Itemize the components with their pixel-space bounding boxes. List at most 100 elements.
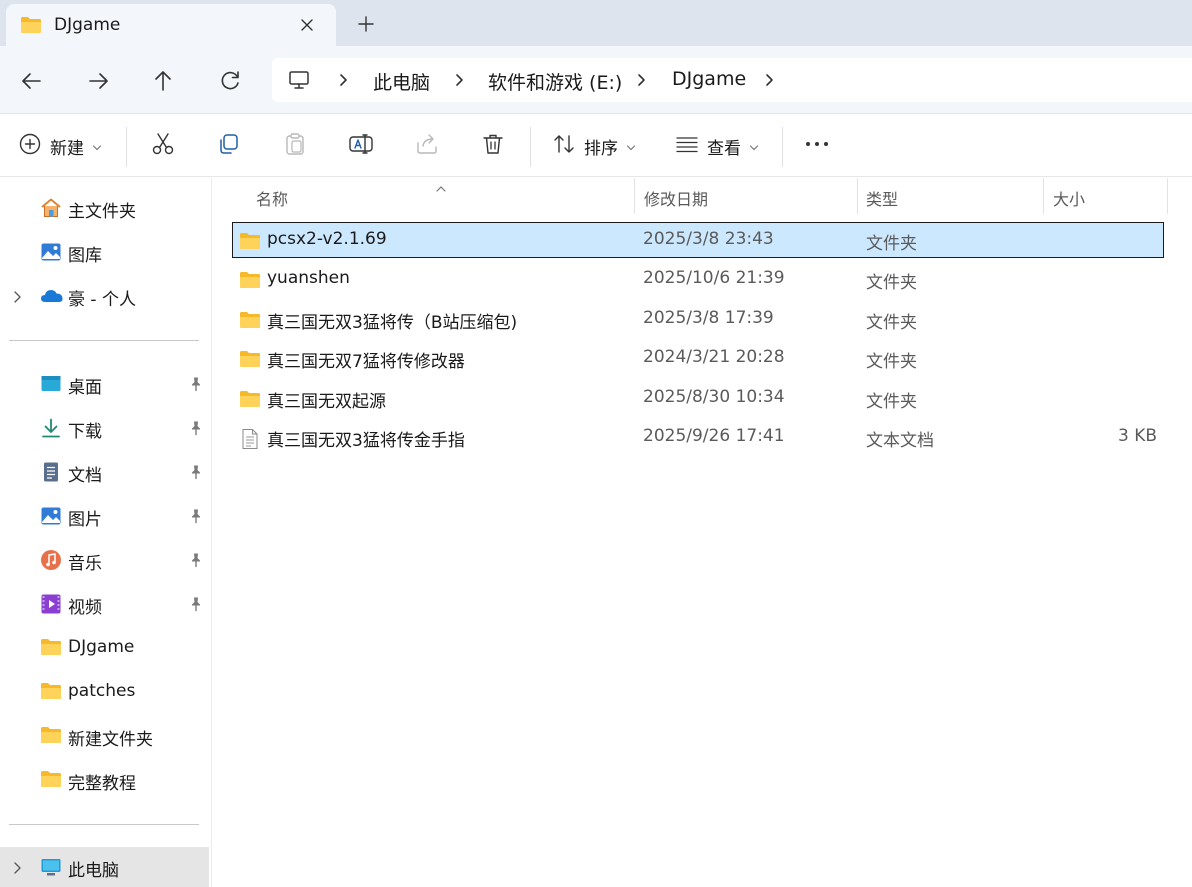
clipboard-icon bbox=[282, 131, 308, 161]
pin-icon[interactable] bbox=[189, 596, 203, 616]
sidebar-item-gallery[interactable]: 图库 bbox=[0, 232, 212, 272]
column-header-modified[interactable]: 修改日期 bbox=[644, 186, 708, 210]
pin-icon[interactable] bbox=[189, 552, 203, 572]
sidebar-item-onedrive[interactable]: 豪 - 个人 bbox=[0, 276, 212, 316]
chevron-right-icon[interactable] bbox=[12, 860, 22, 879]
cut-button[interactable] bbox=[150, 131, 176, 161]
sidebar-item-new-folder[interactable]: 新建文件夹 bbox=[0, 716, 212, 756]
chevron-right-icon[interactable] bbox=[762, 72, 776, 88]
pin-icon[interactable] bbox=[189, 420, 203, 440]
chevron-right-icon[interactable] bbox=[634, 72, 648, 88]
file-type: 文件夹 bbox=[866, 392, 917, 412]
sidebar-item-tutorial[interactable]: 完整教程 bbox=[0, 760, 212, 800]
pin-icon[interactable] bbox=[189, 376, 203, 396]
rename-button[interactable] bbox=[348, 131, 374, 161]
delete-button[interactable] bbox=[480, 131, 506, 161]
file-name: 真三国无双起源 bbox=[267, 392, 386, 412]
column-divider[interactable] bbox=[1043, 178, 1044, 214]
view-button[interactable]: 查看 bbox=[675, 131, 759, 161]
refresh-icon[interactable] bbox=[213, 64, 247, 98]
sidebar-item-this-pc[interactable]: 此电脑 bbox=[0, 847, 209, 887]
sidebar-item-djgame[interactable]: DJgame bbox=[0, 628, 212, 668]
sidebar-item-pictures[interactable]: 图片 bbox=[0, 496, 212, 536]
file-row-pcsx2[interactable]: pcsx2-v2.1.69 2025/3/8 23:43 文件夹 bbox=[232, 222, 1164, 258]
column-header-size[interactable]: 大小 bbox=[1053, 186, 1085, 210]
home-icon bbox=[40, 197, 62, 219]
toolbar-divider bbox=[782, 127, 783, 167]
file-name: yuanshen bbox=[267, 268, 350, 288]
desktop-icon bbox=[40, 373, 62, 395]
forward-arrow-icon[interactable] bbox=[81, 64, 115, 98]
folder-icon bbox=[40, 725, 62, 747]
chevron-right-icon[interactable] bbox=[12, 289, 22, 308]
column-divider[interactable] bbox=[634, 178, 635, 214]
sidebar-item-label: 音乐 bbox=[68, 554, 102, 574]
scissors-icon bbox=[150, 131, 176, 161]
sidebar-item-label: 桌面 bbox=[68, 378, 102, 398]
tab-strip: DJgame bbox=[0, 0, 1192, 46]
address-bar[interactable]: 此电脑 软件和游戏 (E:) DJgame bbox=[272, 58, 1192, 102]
breadcrumb-drive-e[interactable]: 软件和游戏 (E:) bbox=[488, 68, 622, 95]
tab-title: DJgame bbox=[54, 15, 121, 35]
folder-icon bbox=[40, 769, 62, 791]
pin-icon[interactable] bbox=[189, 464, 203, 484]
tab-djgame[interactable]: DJgame bbox=[6, 4, 336, 46]
sidebar-item-patches[interactable]: patches bbox=[0, 672, 212, 712]
column-header-type[interactable]: 类型 bbox=[866, 186, 898, 210]
file-modified: 2025/9/26 17:41 bbox=[643, 426, 785, 446]
breadcrumb-djgame[interactable]: DJgame bbox=[672, 68, 746, 90]
view-button-label: 查看 bbox=[707, 138, 741, 159]
sidebar-item-music[interactable]: 音乐 bbox=[0, 540, 212, 580]
chevron-right-icon[interactable] bbox=[336, 72, 350, 88]
share-icon bbox=[414, 131, 440, 161]
more-options-button[interactable] bbox=[804, 131, 830, 161]
pin-icon[interactable] bbox=[189, 508, 203, 528]
file-row-dw3-cheats[interactable]: 真三国无双3猛将传金手指 2025/9/26 17:41 文本文档 3 KB bbox=[233, 420, 1163, 454]
file-modified: 2025/10/6 21:39 bbox=[643, 268, 785, 288]
download-icon bbox=[40, 417, 62, 439]
file-row-dw3-compressed[interactable]: 真三国无双3猛将传（B站压缩包) 2025/3/8 17:39 文件夹 bbox=[233, 302, 1163, 336]
file-name: 真三国无双3猛将传（B站压缩包) bbox=[267, 313, 518, 333]
folder-icon bbox=[40, 681, 62, 703]
file-row-yuanshen[interactable]: yuanshen 2025/10/6 21:39 文件夹 bbox=[233, 262, 1163, 296]
back-arrow-icon[interactable] bbox=[15, 64, 49, 98]
column-divider[interactable] bbox=[1167, 178, 1168, 214]
column-divider[interactable] bbox=[857, 178, 858, 214]
onedrive-icon bbox=[40, 285, 63, 307]
chevron-right-icon[interactable] bbox=[452, 72, 466, 88]
file-modified: 2024/3/21 20:28 bbox=[643, 347, 785, 367]
folder-icon bbox=[239, 270, 261, 294]
sort-button-label: 排序 bbox=[584, 138, 618, 159]
sidebar-item-desktop[interactable]: 桌面 bbox=[0, 364, 212, 404]
column-header-name[interactable]: 名称 bbox=[256, 186, 288, 210]
share-button[interactable] bbox=[414, 131, 440, 161]
up-arrow-icon[interactable] bbox=[146, 64, 180, 98]
sidebar-item-downloads[interactable]: 下载 bbox=[0, 408, 212, 448]
pictures-icon bbox=[40, 505, 62, 527]
sort-button[interactable]: 排序 bbox=[552, 131, 636, 161]
sidebar-divider bbox=[9, 340, 199, 341]
new-tab-icon[interactable] bbox=[352, 10, 380, 38]
file-type: 文本文档 bbox=[866, 431, 934, 451]
paste-button[interactable] bbox=[282, 131, 308, 161]
sidebar-item-documents[interactable]: 文档 bbox=[0, 452, 212, 492]
breadcrumb-this-pc[interactable]: 此电脑 bbox=[373, 68, 430, 95]
sidebar-item-home[interactable]: 主文件夹 bbox=[0, 188, 212, 228]
file-name: 真三国无双3猛将传金手指 bbox=[267, 431, 465, 451]
navigation-pane: 主文件夹 图库 豪 - 个人 桌面 下载 文档 图片 音乐 视频 DJgame … bbox=[0, 178, 212, 887]
sidebar-divider bbox=[9, 824, 199, 825]
computer-icon bbox=[40, 856, 62, 878]
close-icon[interactable] bbox=[294, 12, 320, 38]
file-name: 真三国无双7猛将传修改器 bbox=[267, 352, 465, 372]
trash-icon bbox=[480, 131, 506, 161]
toolbar-divider bbox=[126, 127, 127, 167]
chevron-down-icon bbox=[749, 137, 759, 156]
file-row-dw-origins[interactable]: 真三国无双起源 2025/8/30 10:34 文件夹 bbox=[233, 381, 1163, 415]
copy-button[interactable] bbox=[216, 131, 242, 161]
file-row-dw7-trainer[interactable]: 真三国无双7猛将传修改器 2024/3/21 20:28 文件夹 bbox=[233, 341, 1163, 375]
sidebar-item-videos[interactable]: 视频 bbox=[0, 584, 212, 624]
new-button[interactable]: 新建 bbox=[18, 131, 102, 161]
command-bar: 新建 排序 查看 bbox=[0, 115, 1192, 177]
folder-icon bbox=[239, 349, 261, 373]
sidebar-item-label: 文档 bbox=[68, 466, 102, 486]
